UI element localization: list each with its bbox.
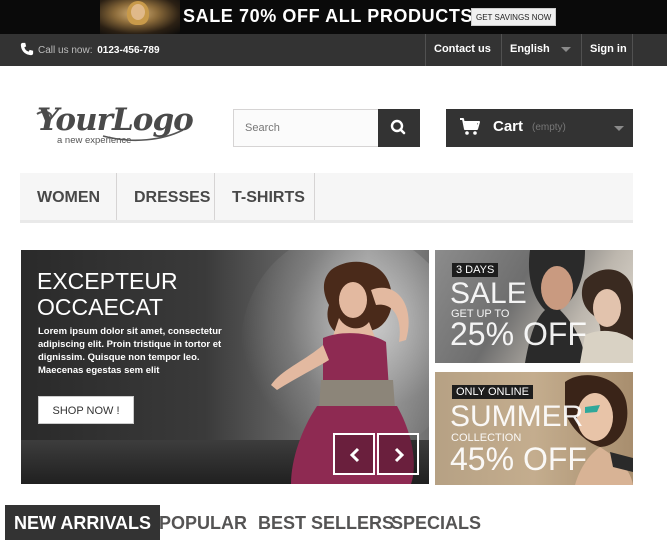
shop-now-button[interactable]: SHOP NOW !: [38, 396, 134, 424]
tab-specials[interactable]: Specials: [382, 505, 490, 540]
phone-contact: Call us now: 0123-456-789: [20, 42, 160, 56]
promo-banner[interactable]: SALE 70% OFF ALL PRODUCTS GET SAVINGS NO…: [0, 0, 667, 34]
slide-title: Excepteur Occaecat: [37, 268, 237, 320]
summer-banner-title: SUMMER: [450, 400, 584, 433]
sign-in-link[interactable]: Sign in: [581, 34, 633, 66]
phone-icon: [20, 42, 34, 56]
category-menu: Women Dresses T-shirts: [20, 173, 633, 223]
sale-banner[interactable]: 3 DAYS SALE GET UP TO 25% OFF: [435, 250, 633, 363]
slide-description: Lorem ipsum dolor sit amet, consectetur …: [38, 326, 222, 376]
search-icon: [390, 119, 406, 135]
promo-model-image: [100, 0, 180, 34]
tab-new-arrivals[interactable]: New Arrivals: [5, 505, 160, 540]
tab-popular[interactable]: Popular: [150, 505, 256, 540]
search-button[interactable]: [378, 109, 420, 147]
chevron-down-icon: [614, 126, 624, 131]
promo-model-face: [131, 4, 145, 20]
language-selector[interactable]: English: [501, 34, 581, 66]
chevron-right-icon: [394, 447, 405, 463]
contact-us-link[interactable]: Contact us: [425, 34, 501, 66]
sale-banner-tag: 3 DAYS: [452, 263, 499, 277]
cart-icon: [460, 118, 480, 135]
menu-item-dresses[interactable]: Dresses: [117, 173, 215, 220]
site-logo[interactable]: YourLogo a new experience: [33, 102, 194, 152]
summer-banner[interactable]: ONLY ONLINE SUMMER COLLECTION 45% OFF: [435, 372, 633, 485]
slide-title-line-1: Excepteur: [37, 268, 178, 294]
top-nav-bar: Call us now: 0123-456-789 Contact us Eng…: [0, 34, 667, 66]
promo-savings-button[interactable]: GET SAVINGS NOW: [471, 8, 557, 26]
language-label: English: [510, 43, 550, 55]
logo-wordmark: YourLogo: [37, 102, 194, 138]
slider-prev-button[interactable]: [333, 433, 375, 475]
sale-banner-title: SALE: [450, 277, 527, 310]
menu-item-women[interactable]: Women: [20, 173, 117, 220]
cart-label: Cart: [493, 118, 524, 135]
summer-banner-discount: 45% OFF: [450, 441, 587, 477]
promo-headline: SALE 70% OFF ALL PRODUCTS: [183, 6, 474, 26]
slider-next-button[interactable]: [377, 433, 419, 475]
search-form: [233, 109, 420, 147]
cart-button[interactable]: Cart (empty): [446, 109, 633, 147]
phone-number: 0123-456-789: [97, 45, 160, 56]
sale-banner-discount: 25% OFF: [450, 316, 587, 352]
homepage-slider[interactable]: Excepteur Occaecat Lorem ipsum dolor sit…: [21, 250, 429, 484]
menu-item-tshirts[interactable]: T-shirts: [215, 173, 315, 220]
tab-best-sellers[interactable]: Best Sellers: [249, 505, 403, 540]
slide-title-line-2: Occaecat: [37, 294, 164, 320]
chevron-down-icon: [561, 47, 571, 52]
search-input[interactable]: [233, 109, 379, 147]
product-tabs: New Arrivals Popular Best Sellers Specia…: [5, 505, 665, 540]
cart-status: (empty): [532, 122, 566, 133]
phone-label: Call us now:: [38, 45, 93, 56]
chevron-left-icon: [349, 447, 360, 463]
logo-tagline: a new experience: [57, 135, 132, 146]
summer-banner-tag: ONLY ONLINE: [452, 385, 533, 399]
